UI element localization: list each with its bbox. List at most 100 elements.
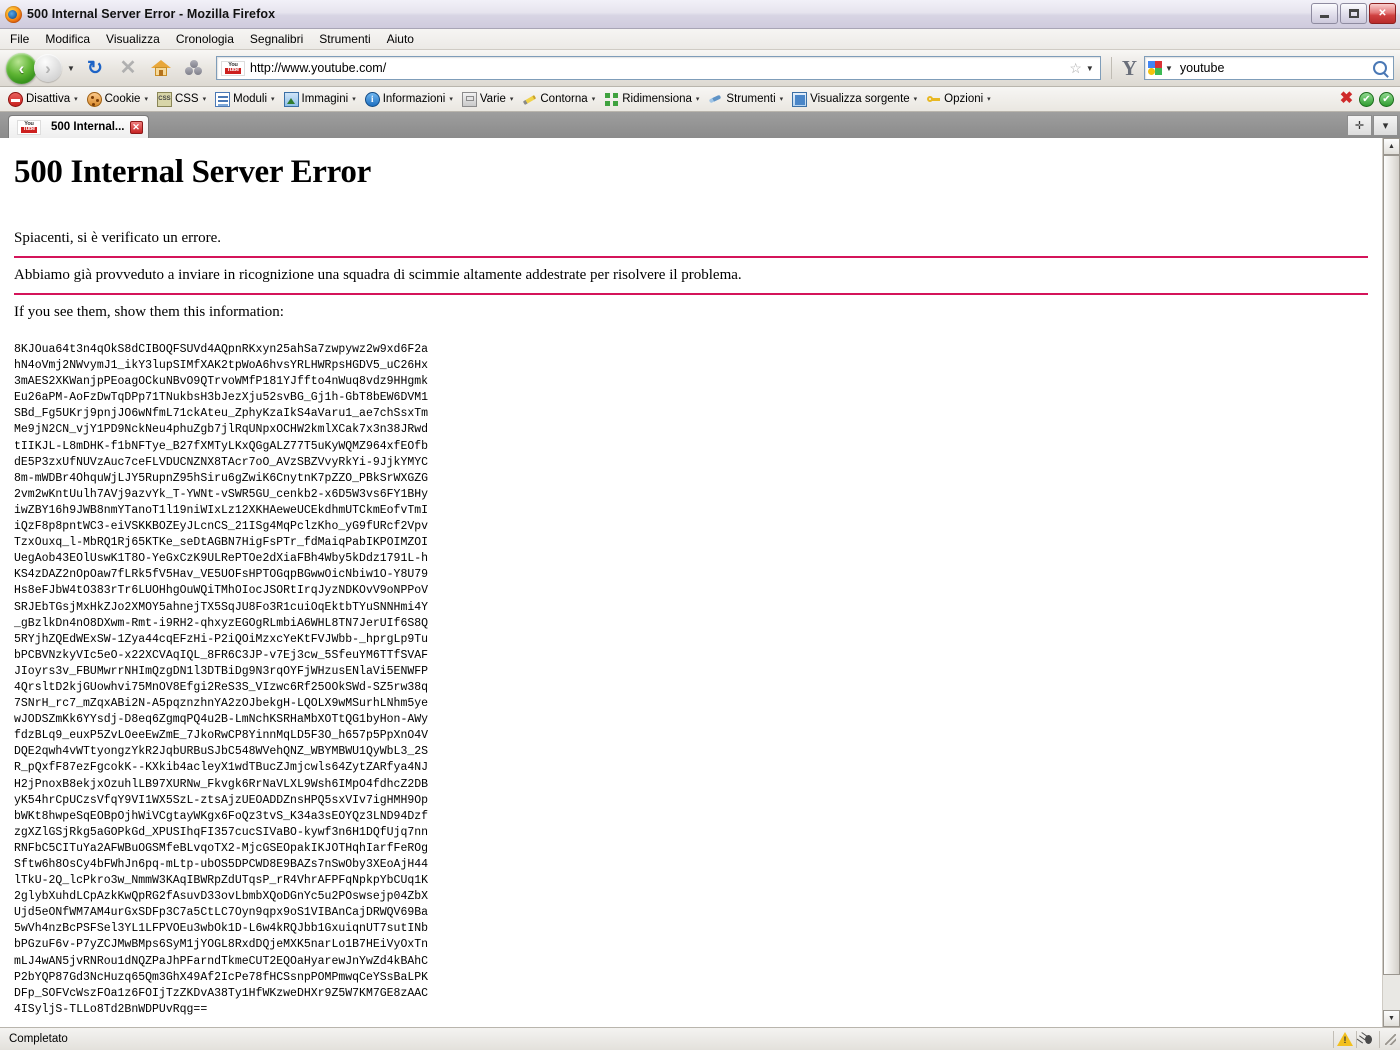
scroll-up-button[interactable]: ▲ xyxy=(1383,138,1400,155)
address-bar[interactable]: You Tube http://www.youtube.com/ ☆ ▼ xyxy=(216,56,1101,80)
devbar-item-ridimensiona[interactable]: Ridimensiona ▾ xyxy=(600,89,703,109)
devbar-label: Contorna xyxy=(540,93,588,105)
devbar-item-immagini[interactable]: Immagini ▾ xyxy=(280,89,360,109)
tab-500-internal[interactable]: You Tube 500 Internal... ✕ xyxy=(8,115,149,138)
validation-ok2-icon[interactable]: ✔ xyxy=(1379,91,1394,107)
chevron-down-icon: ▾ xyxy=(352,96,356,103)
scroll-down-button[interactable]: ▼ xyxy=(1383,1010,1400,1027)
favicon-bottom-text: Tube xyxy=(21,126,37,133)
home-icon xyxy=(151,59,171,77)
forward-arrow-icon: › xyxy=(45,58,51,78)
feed-icon xyxy=(185,60,203,76)
forward-button[interactable]: › xyxy=(34,54,62,82)
chevron-down-icon: ▾ xyxy=(509,96,514,103)
forms-icon xyxy=(215,91,231,107)
devbar-item-disattiva[interactable]: Disattiva ▾ xyxy=(4,89,82,109)
chevron-down-icon: ▾ xyxy=(591,96,596,103)
devbar-label: Varie xyxy=(479,93,506,105)
browser-window: 500 Internal Server Error - Mozilla Fire… xyxy=(0,0,1400,1050)
minimize-button[interactable] xyxy=(1311,3,1338,24)
devbar-label: CSS xyxy=(174,93,199,105)
devbar-label: Cookie xyxy=(104,93,141,105)
stop-button[interactable]: ✕ xyxy=(113,53,143,83)
search-input[interactable]: youtube xyxy=(1177,61,1373,75)
menu-modifica[interactable]: Modifica xyxy=(45,32,90,46)
window-title: 500 Internal Server Error - Mozilla Fire… xyxy=(27,7,276,21)
error-paragraph-2: Abbiamo già provveduto a inviare in rico… xyxy=(14,258,1368,295)
devbar-label: Informazioni xyxy=(382,93,446,105)
devbar-item-informazioni[interactable]: i Informazioni ▾ xyxy=(361,89,457,109)
validation-ok-icon[interactable]: ✔ xyxy=(1359,91,1374,107)
home-button[interactable] xyxy=(146,53,176,83)
chevron-down-icon: ▾ xyxy=(271,96,275,103)
bookmark-star-icon[interactable]: ☆ xyxy=(1065,60,1086,77)
feed-button[interactable] xyxy=(179,53,209,83)
images-icon xyxy=(283,91,299,107)
search-bar[interactable]: ▼ youtube xyxy=(1144,56,1394,80)
history-dropdown-button[interactable]: ▼ xyxy=(65,53,77,83)
tab-close-icon[interactable]: ✕ xyxy=(129,120,143,134)
chevron-down-icon[interactable]: ▼ xyxy=(1086,64,1098,73)
scrollbar-track[interactable] xyxy=(1383,155,1400,1010)
resize-icon xyxy=(604,92,619,107)
status-divider xyxy=(1356,1030,1357,1048)
maximize-button[interactable] xyxy=(1340,3,1367,24)
devbar-item-varie[interactable]: Varie ▾ xyxy=(458,89,518,109)
magnifier-icon[interactable] xyxy=(1373,61,1387,75)
devbar-label: Visualizza sorgente xyxy=(810,93,910,105)
page-title: 500 Internal Server Error xyxy=(14,154,371,190)
cookie-icon xyxy=(86,91,102,107)
firebug-icon[interactable] xyxy=(1360,1032,1376,1046)
reload-icon: ↻ xyxy=(87,57,103,79)
firefox-logo-icon xyxy=(5,5,22,23)
chevron-down-icon: ▾ xyxy=(144,96,148,103)
devbar-item-visualizza-sorgente[interactable]: Visualizza sorgente ▾ xyxy=(788,89,921,109)
chevron-down-icon: ▾ xyxy=(449,96,453,103)
tab-list-button[interactable]: ▾ xyxy=(1373,115,1398,136)
devbar-item-css[interactable]: CSS CSS ▾ xyxy=(153,89,210,109)
new-tab-button[interactable]: ✛ xyxy=(1347,115,1372,136)
css-icon: CSS xyxy=(156,91,172,107)
toolbar-separator xyxy=(1110,57,1112,79)
site-identity-favicon: You Tube xyxy=(221,60,245,76)
scrollbar-thumb[interactable] xyxy=(1383,155,1400,975)
devbar-item-opzioni[interactable]: Opzioni ▾ xyxy=(922,89,995,109)
devbar-item-cookie[interactable]: Cookie ▾ xyxy=(83,89,152,109)
menu-file[interactable]: File xyxy=(10,32,29,46)
resize-grip-icon[interactable] xyxy=(1383,1032,1397,1046)
menu-strumenti[interactable]: Strumenti xyxy=(319,32,370,46)
url-text[interactable]: http://www.youtube.com/ xyxy=(250,61,1065,75)
close-button[interactable]: ✕ xyxy=(1369,3,1396,24)
menu-aiuto[interactable]: Aiuto xyxy=(387,32,414,46)
tab-strip-controls: ✛ ▾ xyxy=(1347,115,1398,136)
devbar-item-strumenti[interactable]: Strumenti ▾ xyxy=(704,89,787,109)
devbar-label: Ridimensiona xyxy=(622,93,692,105)
devbar-status-icons: ✖ ✔ ✔ xyxy=(1339,87,1394,111)
status-divider xyxy=(1379,1030,1380,1048)
devbar-label: Opzioni xyxy=(944,93,984,105)
tools-icon xyxy=(708,92,723,107)
back-button[interactable]: ‹ xyxy=(6,52,37,84)
search-engine-chevron-down-icon[interactable]: ▼ xyxy=(1165,64,1177,73)
information-icon: i xyxy=(364,91,380,107)
menu-visualizza[interactable]: Visualizza xyxy=(106,32,160,46)
tab-label: 500 Internal... xyxy=(51,121,125,133)
chevron-down-icon: ▾ xyxy=(202,96,207,103)
status-text: Completato xyxy=(9,1033,68,1045)
web-developer-toolbar: Disattiva ▾ Cookie ▾ CSS CSS ▾ Moduli ▾ … xyxy=(0,87,1400,112)
reload-button[interactable]: ↻ xyxy=(80,53,110,83)
favicon-bottom-text: Tube xyxy=(225,67,241,74)
chevron-down-icon: ▾ xyxy=(913,96,918,103)
devbar-item-moduli[interactable]: Moduli ▾ xyxy=(211,89,278,109)
error-paragraph-1: Spiacenti, si è verificato un errore. xyxy=(14,221,1368,258)
validation-error-icon[interactable]: ✖ xyxy=(1339,90,1354,107)
menu-cronologia[interactable]: Cronologia xyxy=(176,32,234,46)
content-area: 500 Internal Server Error Spiacenti, si … xyxy=(0,138,1400,1027)
yahoo-icon[interactable]: Y xyxy=(1118,57,1141,79)
vertical-scrollbar[interactable]: ▲ ▼ xyxy=(1382,138,1400,1027)
menu-segnalibri[interactable]: Segnalibri xyxy=(250,32,303,46)
navigation-toolbar: ‹ › ▼ ↻ ✕ You Tube http://www.youtube.co… xyxy=(0,50,1400,87)
devbar-item-contorna[interactable]: Contorna ▾ xyxy=(518,89,599,109)
warning-icon[interactable] xyxy=(1337,1032,1353,1046)
google-icon[interactable] xyxy=(1148,60,1163,76)
